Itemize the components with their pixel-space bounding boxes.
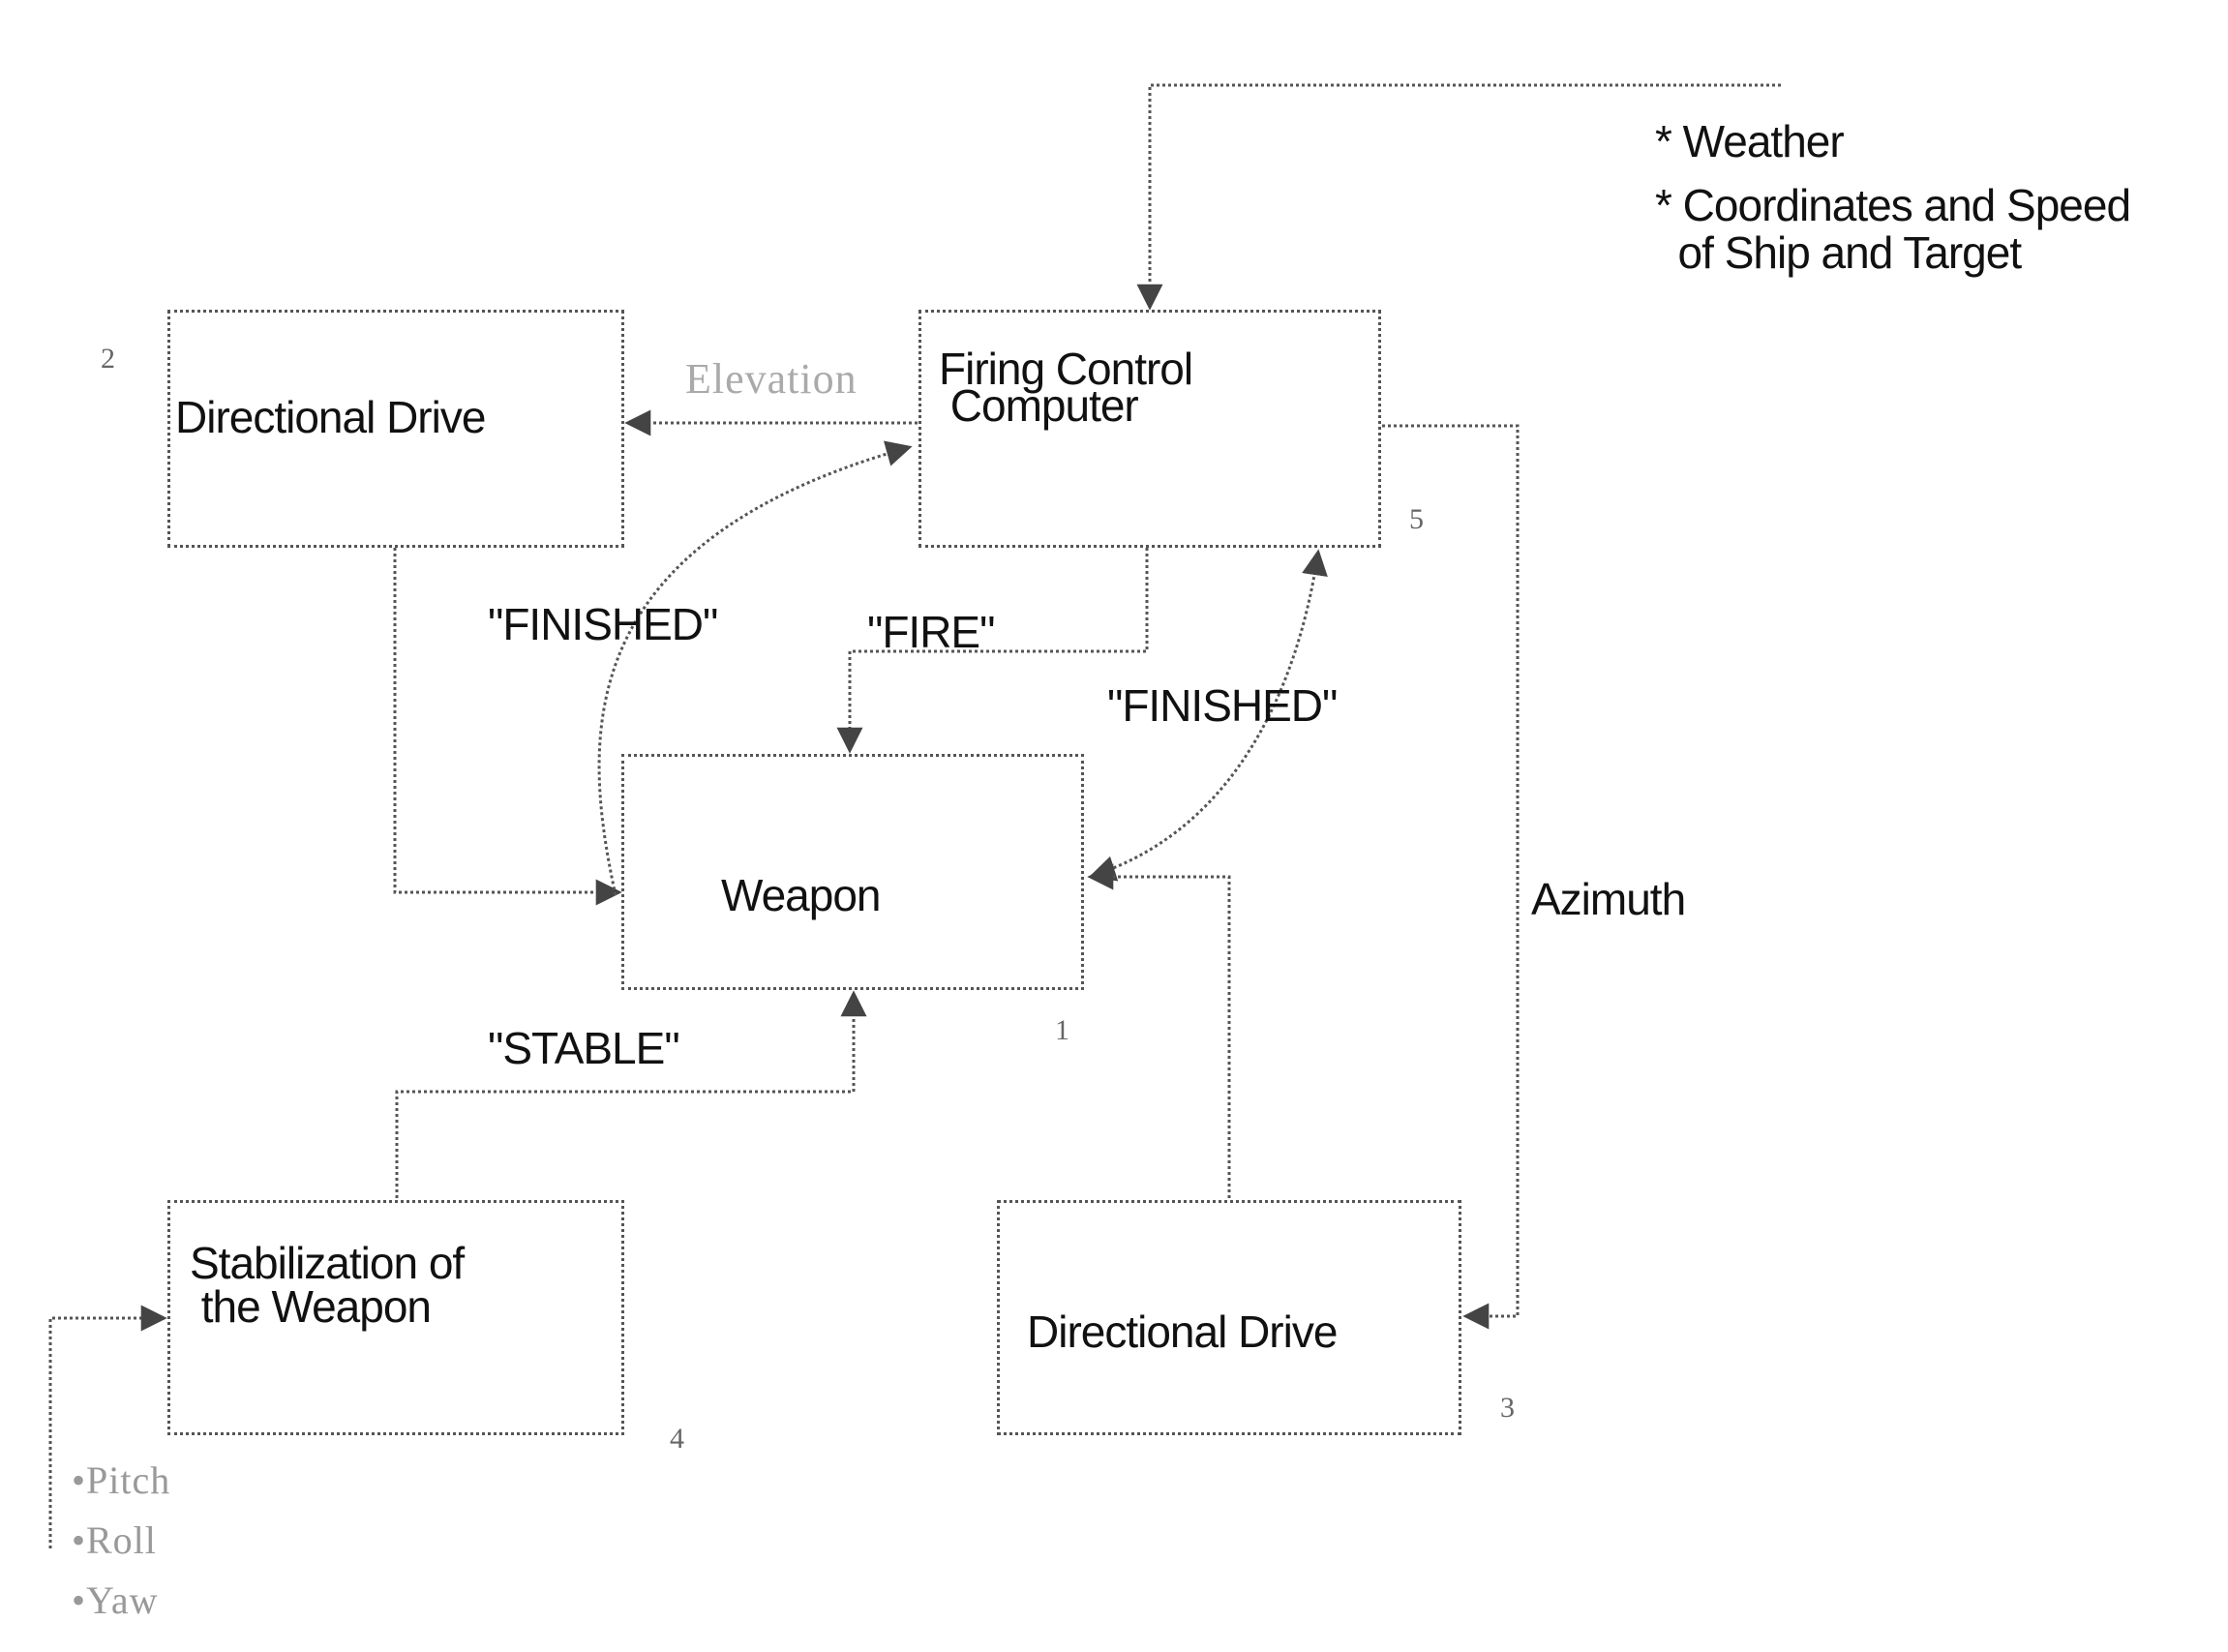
ref-number-1: 1 bbox=[1055, 1014, 1069, 1046]
motion-input-roll: •Roll bbox=[72, 1518, 157, 1562]
firing-control-computer-box: Firing Control Computer bbox=[918, 310, 1381, 548]
fcc-input-list: * Weather * Coordinates and Speed of Shi… bbox=[1655, 116, 2131, 279]
stabilization-box: Stabilization of the Weapon bbox=[167, 1200, 624, 1435]
motion-input-yaw: •Yaw bbox=[72, 1578, 159, 1622]
ref-number-3: 3 bbox=[1500, 1392, 1515, 1424]
directional-drive-elevation-label: Directional Drive bbox=[175, 392, 486, 442]
finished-right-label: "FINISHED" bbox=[1107, 680, 1338, 731]
connector-azimuth bbox=[1382, 424, 1520, 1330]
directional-drive-azimuth-label: Directional Drive bbox=[1027, 1307, 1338, 1357]
fcc-input-coordinates: * Coordinates and Speed of Ship and Targ… bbox=[1655, 179, 2131, 279]
ref-number-2: 2 bbox=[101, 343, 115, 375]
directional-drive-azimuth-box: Directional Drive bbox=[997, 1200, 1461, 1435]
firing-control-computer-label: Firing Control Computer bbox=[939, 344, 1193, 431]
weapon-label: Weapon bbox=[721, 870, 882, 920]
stable-label: "STABLE" bbox=[488, 1023, 680, 1073]
stabilization-label: Stabilization of the Weapon bbox=[190, 1238, 465, 1333]
azimuth-label: Azimuth bbox=[1531, 874, 1686, 924]
finished-left-label: "FINISHED" bbox=[488, 599, 718, 649]
elevation-label: Elevation bbox=[685, 355, 858, 403]
fire-label: "FIRE" bbox=[867, 607, 995, 657]
directional-drive-elevation-box: Directional Drive bbox=[167, 310, 624, 548]
connector-dd3-to-weapon bbox=[1087, 863, 1231, 1198]
motion-input-list: •Pitch •Roll •Yaw bbox=[72, 1461, 170, 1620]
weapon-box: Weapon bbox=[621, 754, 1084, 990]
ref-number-5: 5 bbox=[1409, 503, 1424, 535]
motion-input-pitch: •Pitch bbox=[72, 1458, 171, 1502]
fcc-input-weather: * Weather bbox=[1655, 116, 1845, 166]
ref-number-4: 4 bbox=[670, 1423, 684, 1455]
